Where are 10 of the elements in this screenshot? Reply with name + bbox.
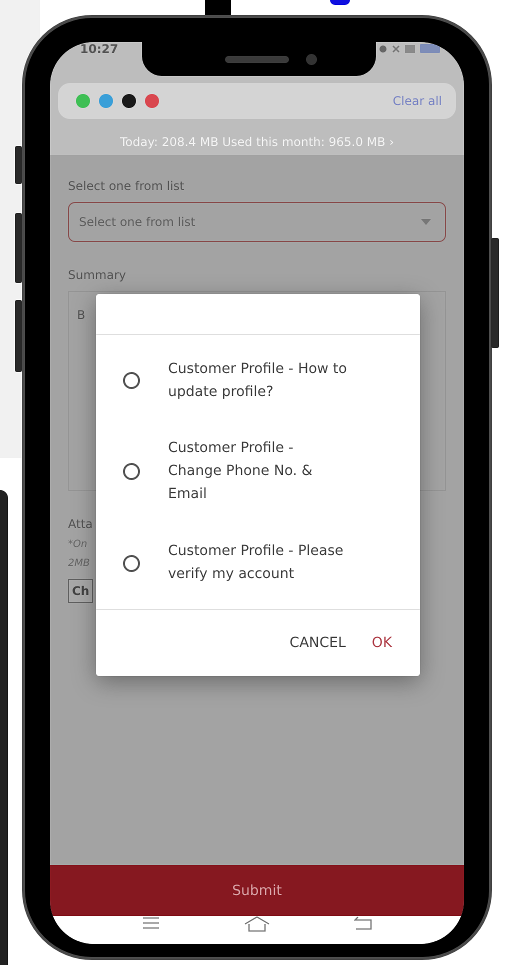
field-label: Atta [68,517,93,531]
attachment-note: 2MB [68,558,90,569]
field-label: Select one from list [68,179,184,193]
option-label: Customer Profile - Please verify my account [168,542,344,584]
select-placeholder: Select one from list [79,215,196,229]
option-label: Customer Profile - Change Phone No. & Email [168,439,314,504]
attachment-note: *On [68,539,88,550]
status-time: 10:27 [80,42,118,56]
field-label: Summary [68,268,126,282]
option-label: Customer Profile - How to update profile? [168,360,348,402]
